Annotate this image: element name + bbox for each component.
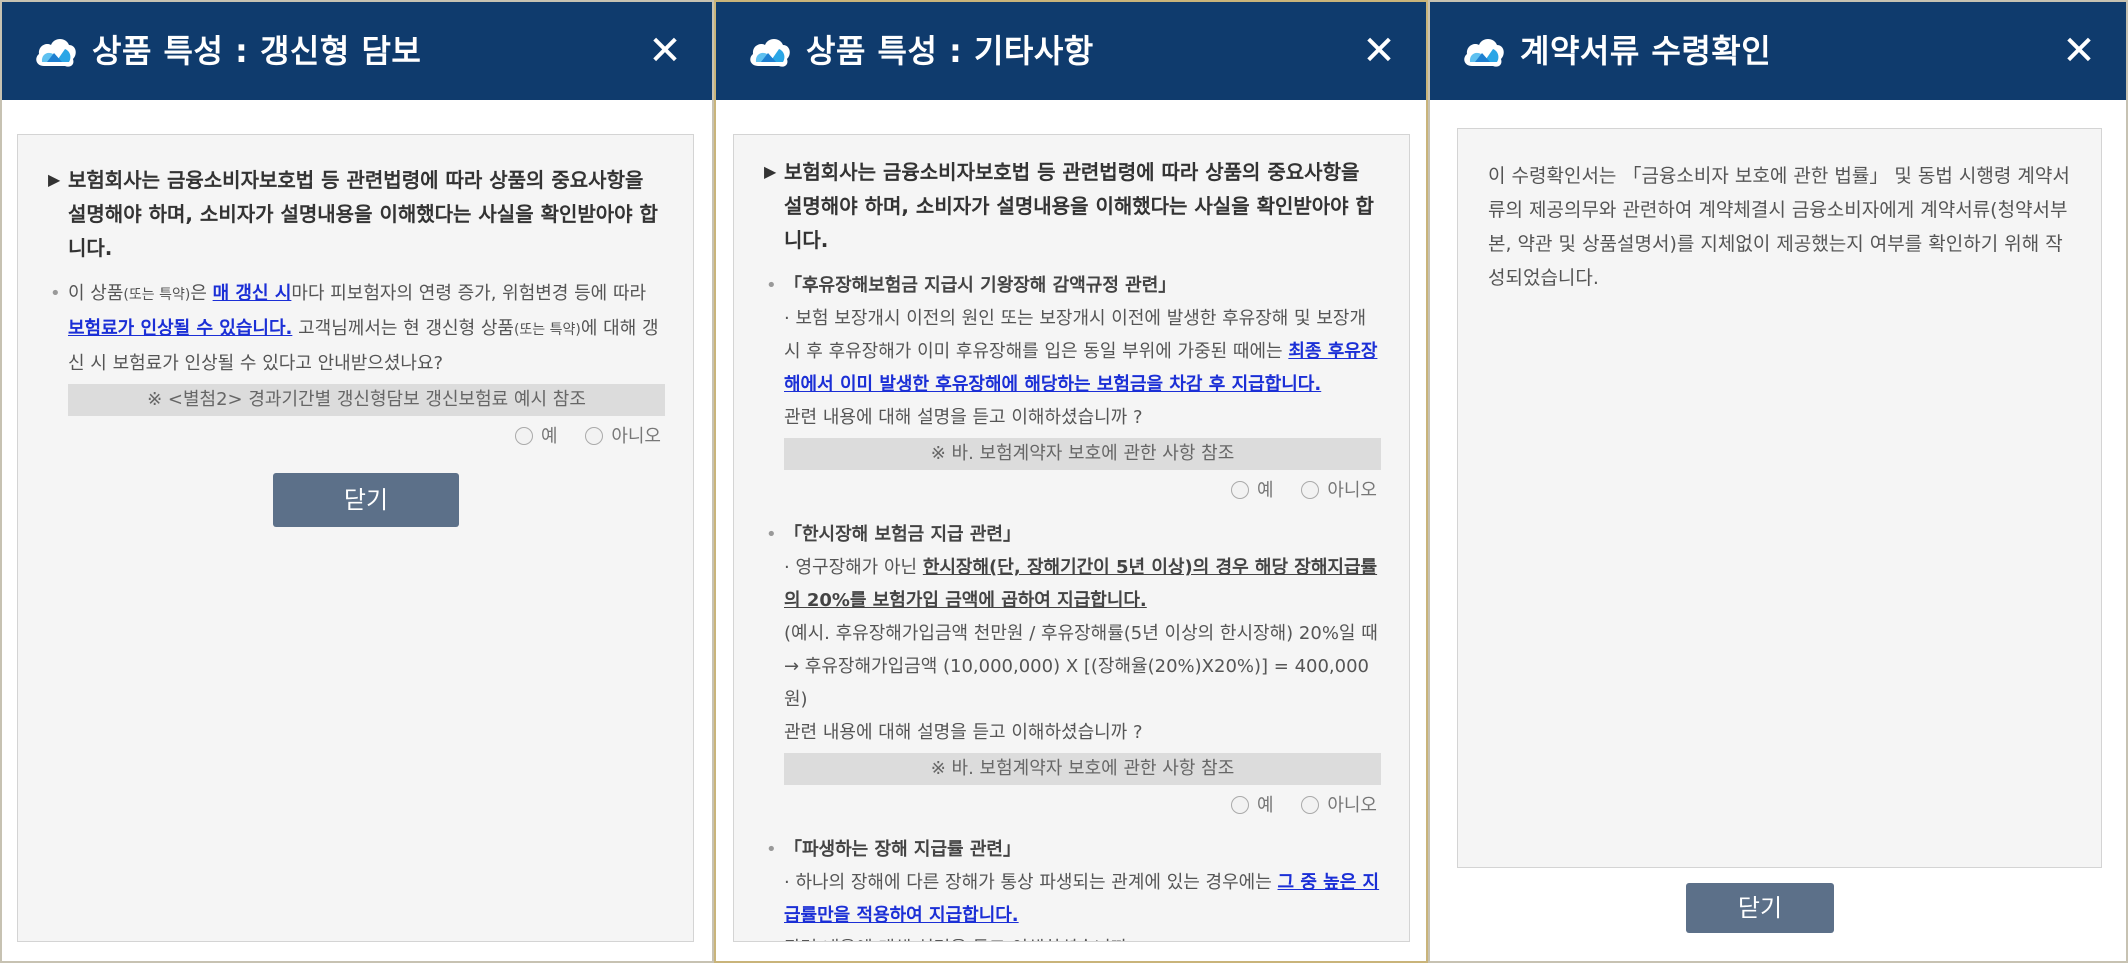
notice-lead: ▶ 보험회사는 금융소비자보호법 등 관련법령에 따라 상품의 중요사항을 설명… — [48, 163, 665, 265]
dot-bullet-icon: • — [766, 839, 777, 860]
reference-note: ※ 바. 보험계약자 보호에 관한 사항 참조 — [784, 438, 1381, 470]
reference-note: ※ <별첨2> 경과기간별 갱신형담보 갱신보험료 예시 참조 — [68, 384, 665, 416]
list-item: • 「파생하는 장해 지급률 관련」 · 하나의 장해에 다른 장해가 통상 파… — [764, 833, 1381, 941]
renewal-coverage-dialog: 상품 특성 : 갱신형 담보 ✕ ▶ 보험회사는 금융소비자보호법 등 관련법령… — [0, 0, 714, 963]
cloud-logo-icon — [746, 32, 792, 72]
renewal-notice-item: • 이 상품(또는 특약)은 매 갱신 시마다 피보험자의 연령 증가, 위험변… — [48, 277, 665, 380]
radio-circle-icon — [515, 426, 534, 445]
list-item: • 「한시장해 보험금 지급 관련」 · 영구장해가 아닌 한시장해(단, 장해… — [764, 518, 1381, 823]
reference-note: ※ 바. 보험계약자 보호에 관한 사항 참조 — [784, 753, 1381, 785]
close-icon[interactable]: ✕ — [1354, 26, 1404, 76]
triangle-bullet-icon: ▶ — [48, 170, 61, 189]
renewal-link[interactable]: 매 갱신 시 — [213, 283, 292, 304]
radio-circle-icon — [1231, 795, 1250, 814]
close-icon[interactable]: ✕ — [2054, 26, 2104, 76]
radio-no[interactable]: 아니오 — [1301, 474, 1377, 508]
premium-increase-link[interactable]: 보험료가 인상될 수 있습니다. — [68, 318, 292, 339]
receipt-description: 이 수령확인서는 「금융소비자 보호에 관한 법률」 및 동법 시행령 계약서류… — [1488, 165, 2070, 289]
close-button[interactable]: 닫기 — [273, 473, 459, 527]
notice-lead: ▶ 보험회사는 금융소비자보호법 등 관련법령에 따라 상품의 중요사항을 설명… — [764, 155, 1381, 257]
document-receipt-dialog: 계약서류 수령확인 ✕ 이 수령확인서는 「금융소비자 보호에 관한 법률」 및… — [1428, 0, 2128, 963]
dot-bullet-icon: • — [766, 524, 777, 545]
dot-bullet-icon: • — [50, 283, 61, 304]
content-box: 이 수령확인서는 「금융소비자 보호에 관한 법률」 및 동법 시행령 계약서류… — [1457, 128, 2102, 868]
radio-yes[interactable]: 예 — [515, 420, 558, 454]
scroll-content-box[interactable]: ▶ 보험회사는 금융소비자보호법 등 관련법령에 따라 상품의 중요사항을 설명… — [733, 134, 1410, 942]
radio-circle-icon — [585, 426, 604, 445]
close-button[interactable]: 닫기 — [1686, 883, 1834, 933]
radio-circle-icon — [1231, 480, 1250, 499]
yes-no-group: 예 아니오 — [784, 474, 1381, 508]
cloud-logo-icon — [1460, 32, 1506, 72]
radio-circle-icon — [1301, 795, 1320, 814]
radio-no[interactable]: 아니오 — [585, 420, 661, 454]
other-details-dialog: 상품 특성 : 기타사항 ✕ ▶ 보험회사는 금융소비자보호법 등 관련법령에 … — [714, 0, 1428, 963]
radio-circle-icon — [1301, 480, 1320, 499]
radio-yes[interactable]: 예 — [1231, 789, 1274, 823]
dialog-header: 계약서류 수령확인 ✕ — [1430, 2, 2126, 100]
dialog-header: 상품 특성 : 기타사항 ✕ — [716, 2, 1426, 100]
dialog-title: 상품 특성 : 기타사항 — [806, 32, 1094, 70]
radio-yes[interactable]: 예 — [1231, 474, 1274, 508]
radio-no[interactable]: 아니오 — [1301, 789, 1377, 823]
list-item: • 「후유장해보험금 지급시 기왕장해 감액규정 관련」 · 보험 보장개시 이… — [764, 269, 1381, 508]
content-box: ▶ 보험회사는 금융소비자보호법 등 관련법령에 따라 상품의 중요사항을 설명… — [17, 134, 694, 942]
dot-bullet-icon: • — [766, 275, 777, 296]
triangle-bullet-icon: ▶ — [764, 162, 777, 181]
yes-no-group: 예 아니오 — [48, 420, 665, 454]
dialog-title: 계약서류 수령확인 — [1520, 32, 1772, 70]
close-icon[interactable]: ✕ — [640, 26, 690, 76]
yes-no-group: 예 아니오 — [784, 789, 1381, 823]
cloud-logo-icon — [32, 32, 78, 72]
dialog-title: 상품 특성 : 갱신형 담보 — [92, 32, 422, 70]
dialog-header: 상품 특성 : 갱신형 담보 ✕ — [2, 2, 712, 100]
